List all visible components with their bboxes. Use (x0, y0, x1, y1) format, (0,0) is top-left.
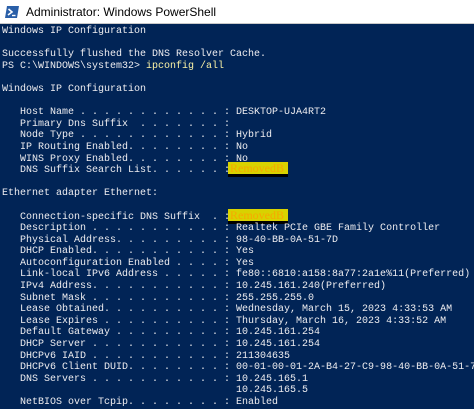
console-line-text: Windows IP Configuration (2, 26, 147, 37)
console-line-text: Link-local IPv6 Address . . . . . : fe80… (2, 269, 471, 281)
console-line-text: IP Routing Enabled. . . . . . . . : No (2, 141, 249, 153)
redaction-overlay: RemovedB (228, 162, 288, 178)
console-line-text: Windows IP Configuration (2, 83, 147, 95)
console-line: PS C:\WINDOWS\system32> ipconfig /all (2, 61, 474, 73)
powershell-window: Administrator: Windows PowerShell Window… (0, 0, 474, 409)
console-line-text: Description . . . . . . . . . . . : Real… (2, 223, 441, 235)
console-line: Windows IP Configuration (2, 84, 474, 96)
console-line-text: Autoconfiguration Enabled . . . . : Yes (2, 257, 255, 269)
console-line-text: 10.245.165.5 (2, 385, 309, 397)
console-line-text: Subnet Mask . . . . . . . . . . . : 255.… (2, 292, 315, 304)
console-line-text: WINS Proxy Enabled. . . . . . . . : No (2, 153, 249, 165)
console-line-text: DHCPv6 Client DUID. . . . . . . . : 00-0… (2, 362, 474, 374)
console-line-text: Primary Dns Suffix . . . . . . . : (2, 118, 231, 130)
console-line: Default Gateway . . . . . . . . . : 10.2… (2, 327, 474, 339)
console-line-text: Physical Address. . . . . . . . . : 98-4… (2, 234, 339, 246)
console-line: Connection-specific DNS Suffix . : Remove… (2, 208, 474, 224)
title-bar[interactable]: Administrator: Windows PowerShell (0, 0, 474, 24)
console-output[interactable]: Windows IP Configuration Successfully flu… (0, 24, 474, 409)
window-title: Administrator: Windows PowerShell (26, 4, 217, 19)
console-line: DHCPv6 Client DUID. . . . . . . . : 00-0… (2, 362, 474, 374)
console-line: DHCPv6 IAID . . . . . . . . . . . : 2113… (2, 351, 474, 363)
console-line-text: Lease Expires . . . . . . . . . . : Thur… (2, 315, 447, 327)
console-line: Host Name . . . . . . . . . . . . : DESK… (2, 107, 474, 119)
console-line-text: DHCPv6 IAID . . . . . . . . . . . : 2113… (2, 350, 291, 362)
console-line: Autoconfiguration Enabled . . . . : Yes (2, 258, 474, 270)
console-line: Link-local IPv6 Address . . . . . : fe80… (2, 269, 474, 281)
console-line-text: DHCP Server . . . . . . . . . . . : 10.2… (2, 339, 321, 351)
console-line: Subnet Mask . . . . . . . . . . . : 255.… (2, 293, 474, 305)
console-line-text: Ethernet adapter Ethernet: (2, 188, 159, 200)
redaction-overlay: RemovedB (228, 208, 288, 224)
console-line-text: Lease Obtained. . . . . . . . . . : Wedn… (2, 304, 453, 316)
console-line: IPv4 Address. . . . . . . . . . . : 10.2… (2, 281, 474, 293)
console-line-text: DHCP Enabled. . . . . . . . . . . : Yes (2, 246, 255, 258)
console-line: DHCP Enabled. . . . . . . . . . . : Yes (2, 246, 474, 258)
console-line-text: NetBIOS over Tcpip. . . . . . . . : Enab… (2, 397, 279, 408)
console-line-text: Default Gateway . . . . . . . . . : 10.2… (2, 327, 321, 339)
console-line: DNS Suffix Search List. . . . . . : Remov… (2, 162, 474, 178)
console-line: Primary Dns Suffix . . . . . . . : (2, 119, 474, 131)
powershell-icon (4, 4, 20, 20)
console-line: Lease Obtained. . . . . . . . . . : Wedn… (2, 304, 474, 316)
console-line-text: Connection-specific DNS Suffix . : (2, 211, 231, 223)
console-line-text: PS C:\WINDOWS\system32> (2, 60, 147, 72)
console-line: Ethernet adapter Ethernet: (2, 188, 474, 200)
console-line-text: DNS Suffix Search List. . . . . . : (2, 165, 231, 177)
console-line-text: IPv4 Address. . . . . . . . . . . : 10.2… (2, 281, 387, 293)
console-line: Node Type . . . . . . . . . . . . : Hybr… (2, 130, 474, 142)
typed-command: ipconfig /all (146, 60, 225, 72)
console-line-text: Successfully flushed the DNS Resolver Ca… (2, 49, 267, 61)
console-line: Lease Expires . . . . . . . . . . : Thur… (2, 316, 474, 328)
console-line: NetBIOS over Tcpip. . . . . . . . : Enab… (2, 397, 474, 409)
console-line-text: Host Name . . . . . . . . . . . . : DESK… (2, 107, 327, 119)
console-line: 10.245.165.5 (2, 385, 474, 397)
console-line: IP Routing Enabled. . . . . . . . : No (2, 142, 474, 154)
console-line: DNS Servers . . . . . . . . . . . : 10.2… (2, 374, 474, 386)
console-line: Successfully flushed the DNS Resolver Ca… (2, 49, 474, 61)
console-line: DHCP Server . . . . . . . . . . . : 10.2… (2, 339, 474, 351)
console-line-text: DNS Servers . . . . . . . . . . . : 10.2… (2, 373, 309, 385)
console-line: Windows IP Configuration (2, 26, 474, 38)
console-line: Physical Address. . . . . . . . . : 98-4… (2, 235, 474, 247)
console-line: Description . . . . . . . . . . . : Real… (2, 223, 474, 235)
console-line-text: Node Type . . . . . . . . . . . . : Hybr… (2, 130, 273, 142)
